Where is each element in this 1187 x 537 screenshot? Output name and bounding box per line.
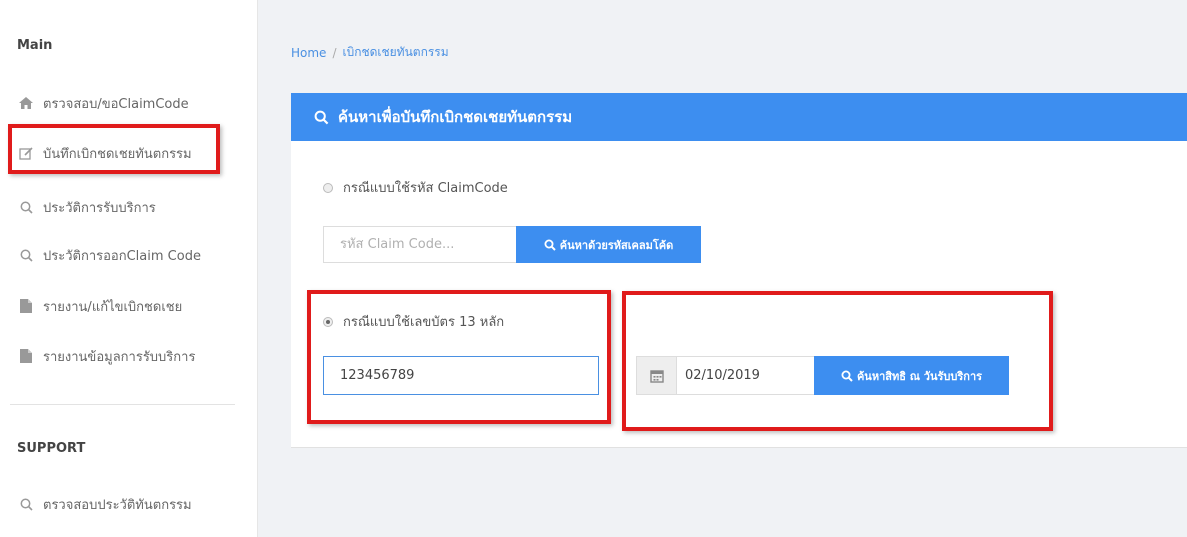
sidebar-item-record-dental-claim[interactable]: บันทึกเบิกชดเชยทันตกรรม [17, 143, 192, 163]
idcard-radio[interactable] [323, 316, 333, 327]
search-by-claimcode-label: ค้นหาด้วยรหัสเคลมโค้ด [559, 238, 674, 252]
panel-header: ค้นหาเพื่อบันทึกเบิกชดเชยทันตกรรม [291, 93, 1187, 141]
search-by-claimcode-button[interactable]: ค้นหาด้วยรหัสเคลมโค้ด [516, 226, 701, 263]
sidebar-item-dental-history-check[interactable]: ตรวจสอบประวัติทันตกรรม [17, 494, 192, 514]
sidebar-section-main: Main [17, 38, 53, 53]
sidebar-item-label: ประวัติการรับบริการ [43, 200, 156, 216]
claimcode-radio[interactable] [323, 182, 333, 193]
sidebar-item-label: รายงานข้อมูลการรับบริการ [43, 349, 196, 365]
file-icon [17, 299, 35, 313]
file-icon [17, 349, 35, 363]
sidebar-item-label: ประวัติการออกClaim Code [43, 248, 201, 264]
sidebar-divider [10, 404, 235, 405]
breadcrumb-current: เบิกชดเชยทันตกรรม [342, 45, 449, 59]
sidebar-item-label: ตรวจสอบ/ขอClaimCode [43, 96, 189, 112]
sidebar-item-claimcode-history[interactable]: ประวัติการออกClaim Code [17, 245, 201, 265]
sidebar-item-claim-report[interactable]: รายงาน/แก้ไขเบิกชดเชย [17, 296, 182, 316]
claimcode-radio-label: กรณีแบบใช้รหัส ClaimCode [343, 181, 508, 196]
sidebar-section-support: SUPPORT [17, 441, 86, 456]
search-eligibility-label: ค้นหาสิทธิ ณ วันรับบริการ [856, 369, 983, 383]
home-icon [17, 97, 35, 109]
idcard-radio-label: กรณีแบบใช้เลขบัตร 13 หลัก [343, 315, 505, 330]
sidebar-item-label: รายงาน/แก้ไขเบิกชดเชย [43, 299, 183, 315]
search-icon [17, 249, 35, 262]
sidebar-item-service-history[interactable]: ประวัติการรับบริการ [17, 197, 156, 217]
idcard-option-row: กรณีแบบใช้เลขบัตร 13 หลัก [323, 311, 504, 332]
claimcode-option-row: กรณีแบบใช้รหัส ClaimCode [323, 177, 508, 198]
sidebar-item-service-report[interactable]: รายงานข้อมูลการรับบริการ [17, 346, 195, 366]
search-eligibility-button[interactable]: ค้นหาสิทธิ ณ วันรับบริการ [814, 356, 1009, 395]
search-icon [17, 201, 35, 214]
search-icon [314, 110, 329, 125]
edit-icon [17, 146, 35, 161]
breadcrumb-home-link[interactable]: Home [291, 46, 326, 60]
panel-title: ค้นหาเพื่อบันทึกเบิกชดเชยทันตกรรม [338, 108, 573, 126]
calendar-icon[interactable] [636, 356, 676, 395]
sidebar-item-check-claimcode[interactable]: ตรวจสอบ/ขอClaimCode [17, 93, 189, 113]
breadcrumb-separator: / [332, 45, 337, 60]
idcard-number-input[interactable] [323, 356, 599, 395]
service-date-input[interactable] [676, 356, 815, 395]
sidebar-item-label: ตรวจสอบประวัติทันตกรรม [43, 497, 192, 513]
search-icon [17, 498, 35, 511]
breadcrumb: Home / เบิกชดเชยทันตกรรม [291, 43, 449, 62]
search-icon [841, 370, 853, 382]
search-icon [544, 239, 556, 251]
claimcode-input[interactable] [323, 226, 517, 263]
sidebar: Main ตรวจสอบ/ขอClaimCode บันทึกเบิกชดเชย… [0, 0, 258, 537]
sidebar-item-label: บันทึกเบิกชดเชยทันตกรรม [43, 146, 192, 162]
